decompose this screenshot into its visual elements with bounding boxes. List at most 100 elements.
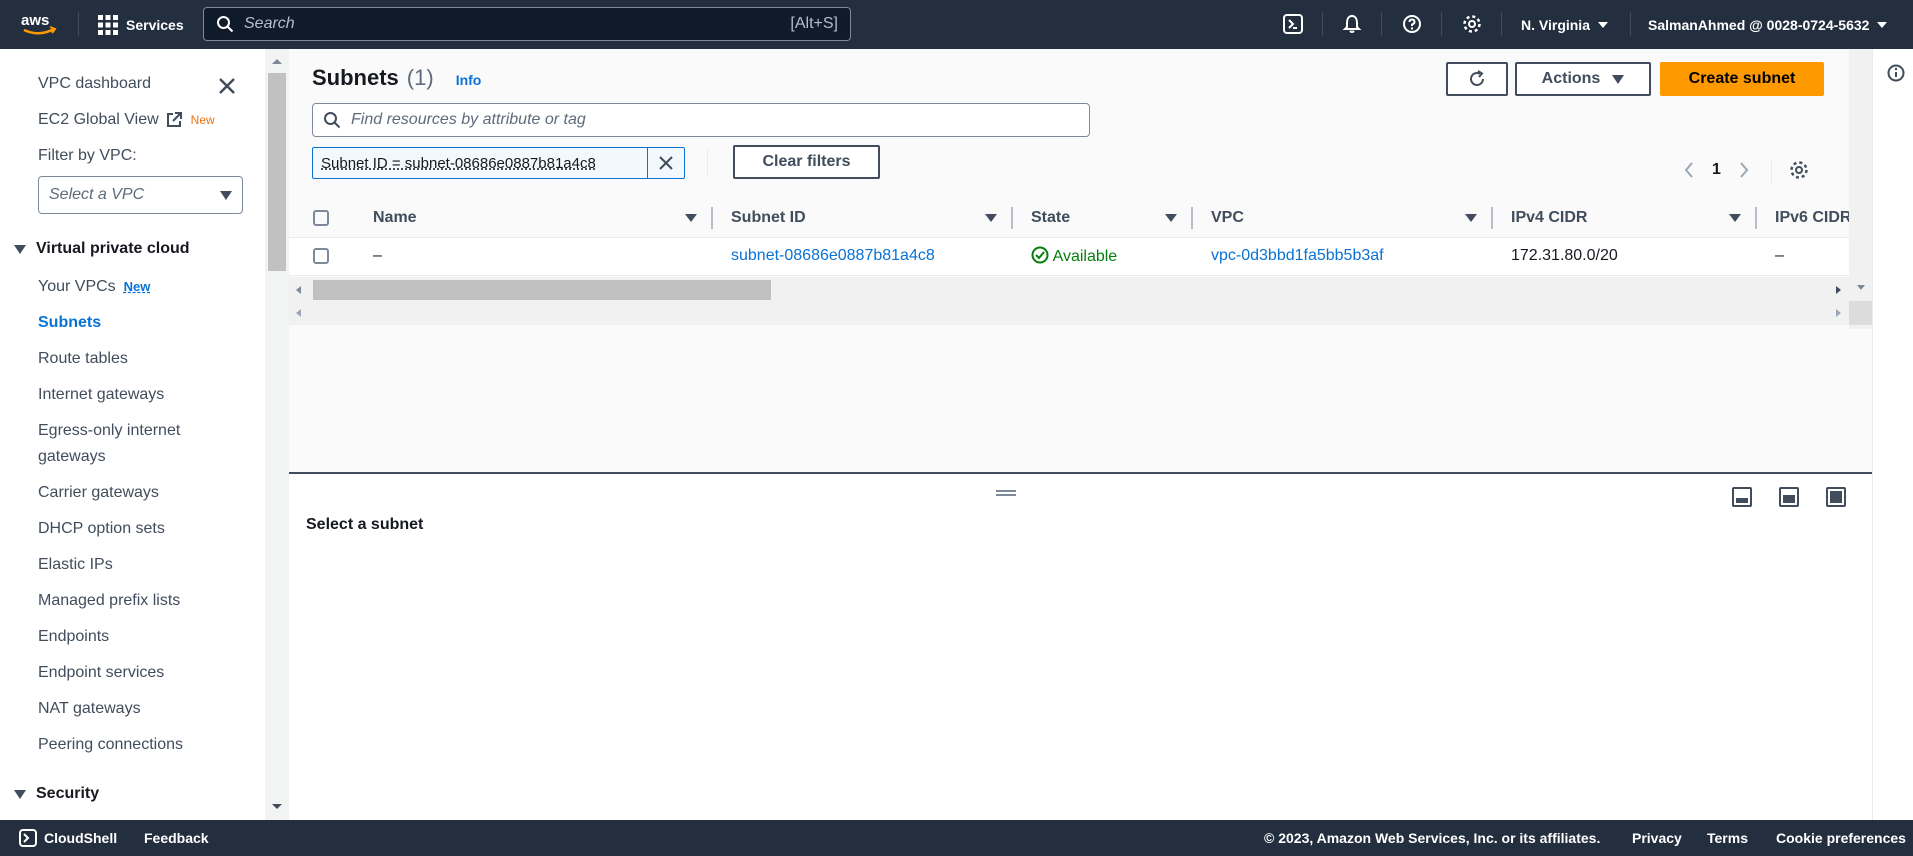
sidebar-item-managed-prefix-lists[interactable]: Managed prefix lists — [38, 588, 180, 614]
cloudshell-icon[interactable] — [19, 829, 37, 847]
section-security[interactable]: Security — [14, 785, 99, 803]
page-number[interactable]: 1 — [1712, 161, 1721, 179]
sort-icon[interactable] — [1729, 214, 1741, 222]
sidebar-item-dhcp-option-sets[interactable]: DHCP option sets — [38, 516, 165, 542]
sidebar-item-nat-gateways[interactable]: NAT gateways — [38, 696, 141, 722]
remove-filter-button[interactable] — [647, 148, 684, 178]
sidebar-item-subnets[interactable]: Subnets — [38, 310, 101, 336]
filter-input[interactable]: Find resources by attribute or tag — [312, 103, 1090, 137]
column-header-ipv4-cidr[interactable]: IPv4 CIDR — [1493, 199, 1757, 238]
scrollbar-thumb[interactable] — [268, 73, 286, 271]
refresh-button[interactable] — [1446, 62, 1508, 96]
table-row[interactable]: – subnet-08686e0887b81a4c8 Available vpc… — [289, 237, 1853, 276]
clear-filters-button[interactable]: Clear filters — [733, 145, 880, 179]
cookie-preferences-link[interactable]: Cookie preferences — [1776, 830, 1906, 846]
sort-icon[interactable] — [1465, 214, 1477, 222]
vpc-id-link[interactable]: vpc-0d3bbd1fa5bb5b3af — [1211, 247, 1384, 264]
column-header-subnet-id[interactable]: Subnet ID — [713, 199, 1013, 238]
column-header-state[interactable]: State — [1013, 199, 1193, 238]
scrollbar-thumb[interactable] — [313, 280, 771, 300]
search-shortcut: [Alt+S] — [790, 15, 838, 32]
scroll-left-icon[interactable] — [293, 307, 305, 319]
external-link-icon — [166, 112, 182, 127]
sidebar-scrollbar[interactable] — [265, 49, 289, 820]
account-menu[interactable]: SalmanAhmed @ 0028-0724-5632 — [1648, 0, 1888, 49]
sidebar-item-route-tables[interactable]: Route tables — [38, 346, 128, 372]
aws-logo[interactable]: aws — [20, 10, 58, 38]
scroll-right-icon[interactable] — [1832, 284, 1844, 296]
chevron-right-icon[interactable] — [1737, 160, 1751, 180]
sidebar-item-your-vpcs[interactable]: Your VPCs New — [38, 274, 150, 300]
info-icon[interactable] — [1887, 64, 1905, 82]
scroll-down-icon[interactable] — [1855, 281, 1867, 293]
settings-icon[interactable] — [1460, 12, 1484, 36]
sidebar-item-peering-connections[interactable]: Peering connections — [38, 732, 183, 758]
region-selector[interactable]: N. Virginia — [1521, 0, 1608, 49]
terms-link[interactable]: Terms — [1707, 830, 1748, 846]
subnets-table: Name Subnet ID State VPC IPv4 CIDR IPv6 … — [289, 199, 1853, 276]
sidebar-item-egress-only-internet-gateways[interactable]: Egress-only internet gateways — [38, 418, 228, 470]
create-subnet-button[interactable]: Create subnet — [1660, 62, 1824, 96]
privacy-link[interactable]: Privacy — [1632, 830, 1682, 846]
filter-placeholder: Find resources by attribute or tag — [351, 111, 586, 128]
sidebar-item-endpoint-services[interactable]: Endpoint services — [38, 660, 164, 686]
sidebar-item-elastic-ips[interactable]: Elastic IPs — [38, 552, 113, 578]
info-link[interactable]: Info — [456, 72, 482, 88]
sort-icon[interactable] — [985, 214, 997, 222]
resize-handle-icon[interactable] — [996, 490, 1016, 496]
actions-label: Actions — [1541, 70, 1601, 87]
sidebar-item-vpc-dashboard[interactable]: VPC dashboard — [38, 71, 151, 97]
close-icon[interactable] — [216, 75, 238, 97]
column-header-vpc[interactable]: VPC — [1193, 199, 1493, 238]
section-virtual-private-cloud[interactable]: Virtual private cloud — [14, 240, 190, 258]
row-checkbox[interactable] — [313, 247, 329, 264]
sidebar-item-ec2-global-view[interactable]: EC2 Global View New — [38, 107, 215, 133]
sidebar-item-carrier-gateways[interactable]: Carrier gateways — [38, 480, 159, 506]
help-icon[interactable] — [1400, 12, 1424, 36]
bell-icon[interactable] — [1340, 12, 1364, 36]
panel-bottom-icon[interactable] — [1732, 487, 1752, 507]
scroll-up-icon[interactable] — [265, 55, 289, 67]
filter-token-label[interactable]: Subnet ID = subnet-08686e0887b81a4c8 — [313, 155, 647, 172]
close-icon — [659, 156, 673, 170]
chevron-left-icon[interactable] — [1682, 160, 1696, 180]
account-label: SalmanAhmed @ 0028-0724-5632 — [1648, 16, 1870, 33]
section-label: Security — [36, 785, 100, 802]
scroll-down-icon[interactable] — [265, 801, 289, 813]
panel-full-icon[interactable] — [1826, 487, 1846, 507]
grid-icon — [98, 14, 118, 35]
global-search-input[interactable]: Search [Alt+S] — [203, 7, 851, 41]
row-select-cell — [289, 237, 353, 276]
new-badge: New — [123, 279, 151, 294]
table-horizontal-scrollbar[interactable] — [289, 277, 1849, 325]
feedback-link[interactable]: Feedback — [144, 830, 209, 846]
divider — [707, 149, 708, 177]
new-badge: New — [190, 113, 215, 127]
side-navigation: VPC dashboard EC2 Global View New Filter… — [0, 49, 265, 820]
caret-down-icon — [14, 244, 26, 254]
column-header-name[interactable]: Name — [353, 199, 713, 238]
sidebar-item-endpoints[interactable]: Endpoints — [38, 624, 109, 650]
subnet-id-link[interactable]: subnet-08686e0887b81a4c8 — [731, 247, 935, 264]
filter-token[interactable]: Subnet ID = subnet-08686e0887b81a4c8 — [312, 147, 685, 179]
services-menu-button[interactable]: Services — [98, 0, 184, 49]
table-vertical-scrollbar[interactable] — [1849, 49, 1872, 329]
cloudshell-link[interactable]: CloudShell — [44, 830, 117, 846]
scroll-left-icon[interactable] — [293, 284, 305, 296]
cell-name: – — [353, 237, 713, 276]
sidebar-item-internet-gateways[interactable]: Internet gateways — [38, 382, 164, 408]
pagination: 1 — [1682, 160, 1751, 180]
select-all-checkbox[interactable] — [313, 209, 329, 226]
sort-icon[interactable] — [1165, 214, 1177, 222]
cell-subnet-id: subnet-08686e0887b81a4c8 — [713, 237, 1013, 276]
scroll-right-icon[interactable] — [1832, 307, 1844, 319]
select-all-cell — [289, 199, 353, 238]
actions-button[interactable]: Actions — [1515, 62, 1651, 96]
sort-icon[interactable] — [685, 214, 697, 222]
panel-side-icon[interactable] — [1779, 487, 1799, 507]
column-header-label: IPv4 CIDR — [1511, 208, 1588, 226]
cloudshell-icon[interactable] — [1281, 12, 1305, 36]
column-header-ipv6-cidr[interactable]: IPv6 CIDR — [1757, 199, 1853, 238]
preferences-gear-icon[interactable] — [1789, 160, 1809, 185]
vpc-filter-select[interactable]: Select a VPC — [38, 176, 243, 214]
